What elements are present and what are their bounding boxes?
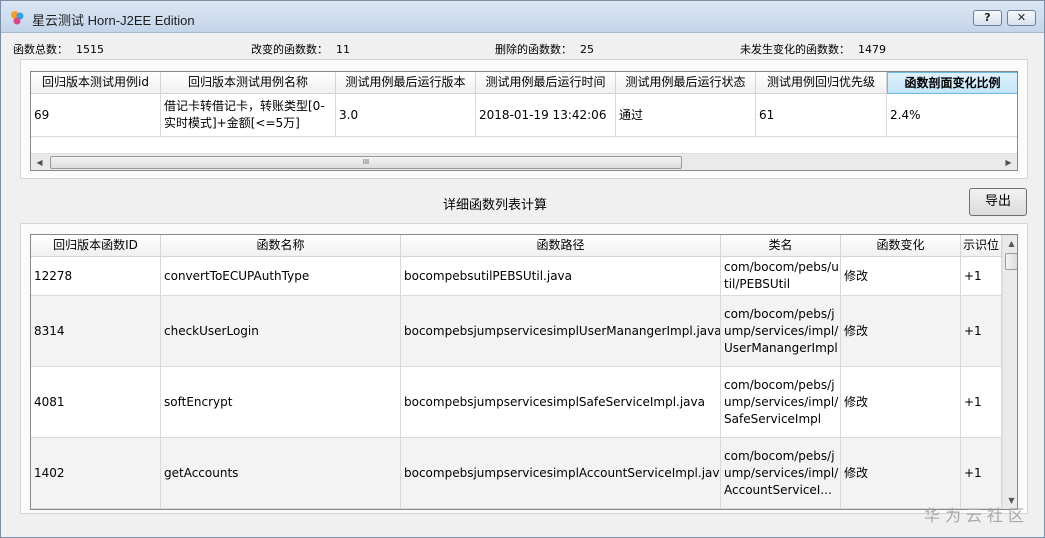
cell-function-path: bocompebsjumpservicesimplAccountServiceI… <box>401 438 721 509</box>
cell-function-name: convertToECUPAuthType <box>161 257 401 296</box>
cell-last-run-status: 通过 <box>616 94 756 137</box>
main-window: 星云测试 Horn-J2EE Edition ? ✕ 函数总数： 1515 改变的… <box>0 0 1045 538</box>
header-class-name[interactable]: 类名 <box>721 235 841 257</box>
watermark: 华为云社区 <box>924 506 1030 525</box>
cell-flag: +1 <box>961 438 1002 509</box>
stat-unchanged-value: 1479 <box>858 43 886 56</box>
stat-unchanged: 未发生变化的函数数： 1479 <box>740 41 886 57</box>
cell-function-change: 修改 <box>841 367 961 438</box>
header-function-change[interactable]: 函数变化 <box>841 235 961 257</box>
stat-changed-label: 改变的函数数： <box>251 43 328 56</box>
cell-last-run-time: 2018-01-19 13:42:06 <box>476 94 616 137</box>
cell-class-name: com/bocom/pebs/jump/services/impl/Accoun… <box>721 438 841 509</box>
header-priority[interactable]: 测试用例回归优先级 <box>756 72 887 94</box>
header-test-case-id[interactable]: 回归版本测试用例id <box>31 72 161 94</box>
cell-class-name: com/bocom/pebs/jump/services/impl/UserMa… <box>721 296 841 367</box>
header-test-case-name[interactable]: 回归版本测试用例名称 <box>161 72 336 94</box>
cell-function-id: 8314 <box>31 296 161 367</box>
cell-function-id: 4081 <box>31 367 161 438</box>
stat-deleted-label: 删除的函数数： <box>495 43 572 56</box>
detail-section-title: 详细函数列表计算 <box>443 198 548 213</box>
test-case-grid[interactable]: 回归版本测试用例id 回归版本测试用例名称 测试用例最后运行版本 测试用例最后运… <box>30 71 1018 171</box>
header-function-id[interactable]: 回归版本函数ID <box>31 235 161 257</box>
cell-test-case-id: 69 <box>31 94 161 137</box>
cell-flag: +1 <box>961 367 1002 438</box>
client-area: 函数总数： 1515 改变的函数数： 11 删除的函数数： 25 未发生变化的函数数：… <box>8 33 1038 533</box>
stat-total-value: 1515 <box>76 43 104 56</box>
cell-function-name: getAccounts <box>161 438 401 509</box>
cell-class-name: com/bocom/pebs/jump/services/impl/SafeSe… <box>721 367 841 438</box>
header-function-name[interactable]: 函数名称 <box>161 235 401 257</box>
table-row[interactable]: 8314 checkUserLogin bocompebsjumpservice… <box>31 296 1002 367</box>
function-grid[interactable]: 回归版本函数ID 函数名称 函数路径 类名 函数变化 示识位 12278 con… <box>30 234 1018 510</box>
cell-function-name: checkUserLogin <box>161 296 401 367</box>
window-title: 星云测试 Horn-J2EE Edition <box>32 13 195 28</box>
cell-flag: +1 <box>961 296 1002 367</box>
scroll-right-icon[interactable]: ▶ <box>1000 154 1017 170</box>
table-row[interactable]: 69 借记卡转借记卡，转账类型[0-实时模式]+金额[<=5万] 3.0 201… <box>31 94 1017 137</box>
table-row[interactable]: 4081 softEncrypt bocompebsjumpservicesim… <box>31 367 1002 438</box>
cell-function-change: 修改 <box>841 296 961 367</box>
bottom-panel: 回归版本函数ID 函数名称 函数路径 类名 函数变化 示识位 12278 con… <box>20 223 1028 514</box>
header-profile-change-ratio[interactable]: 函数剖面变化比例 <box>887 72 1017 94</box>
cell-function-name: softEncrypt <box>161 367 401 438</box>
header-function-path[interactable]: 函数路径 <box>401 235 721 257</box>
cell-function-path: bocompebsjumpservicesimplUserManangerImp… <box>401 296 721 367</box>
cell-test-case-name: 借记卡转借记卡，转账类型[0-实时模式]+金额[<=5万] <box>161 94 336 137</box>
stat-unchanged-label: 未发生变化的函数数： <box>740 43 850 56</box>
vscroll-thumb[interactable] <box>1005 253 1017 270</box>
export-button[interactable]: 导出 <box>969 188 1027 216</box>
cell-function-path: bocompebsutilPEBSUtil.java <box>401 257 721 296</box>
stat-changed: 改变的函数数： 11 <box>251 41 350 57</box>
header-flag[interactable]: 示识位 <box>961 235 1002 257</box>
test-case-header-row: 回归版本测试用例id 回归版本测试用例名称 测试用例最后运行版本 测试用例最后运… <box>31 72 1017 94</box>
cell-function-change: 修改 <box>841 257 961 296</box>
close-button[interactable]: ✕ <box>1007 10 1036 26</box>
hscroll-thumb[interactable]: III <box>50 156 682 169</box>
thumb-grip: III <box>362 158 370 166</box>
scroll-left-icon[interactable]: ◀ <box>31 154 48 170</box>
header-last-run-version[interactable]: 测试用例最后运行版本 <box>336 72 476 94</box>
header-last-run-status[interactable]: 测试用例最后运行状态 <box>616 72 756 94</box>
cell-flag: +1 <box>961 257 1002 296</box>
stat-changed-value: 11 <box>336 43 350 56</box>
cell-function-change: 修改 <box>841 438 961 509</box>
cell-priority: 61 <box>756 94 887 137</box>
stat-total: 函数总数： 1515 <box>13 41 104 57</box>
cell-last-run-version: 3.0 <box>336 94 476 137</box>
function-grid-vscrollbar[interactable]: ▲ ▼ <box>1002 235 1017 509</box>
app-logo-icon <box>11 11 24 25</box>
stat-total-label: 函数总数： <box>13 43 68 56</box>
title-bar[interactable]: 星云测试 Horn-J2EE Edition ? ✕ <box>1 1 1044 33</box>
cell-function-id: 1402 <box>31 438 161 509</box>
stat-deleted-value: 25 <box>580 43 594 56</box>
table-row[interactable]: 12278 convertToECUPAuthType bocompebsuti… <box>31 257 1002 296</box>
scroll-up-icon[interactable]: ▲ <box>1003 235 1017 252</box>
table-row[interactable]: 1402 getAccounts bocompebsjumpservicesim… <box>31 438 1002 509</box>
header-last-run-time[interactable]: 测试用例最后运行时间 <box>476 72 616 94</box>
cell-function-id: 12278 <box>31 257 161 296</box>
help-button[interactable]: ? <box>973 10 1002 26</box>
function-header-row: 回归版本函数ID 函数名称 函数路径 类名 函数变化 示识位 <box>31 235 1002 257</box>
top-panel: 回归版本测试用例id 回归版本测试用例名称 测试用例最后运行版本 测试用例最后运… <box>20 59 1028 179</box>
stat-deleted: 删除的函数数： 25 <box>495 41 594 57</box>
cell-function-path: bocompebsjumpservicesimplSafeServiceImpl… <box>401 367 721 438</box>
top-grid-hscrollbar[interactable]: ◀ III ▶ <box>31 153 1017 170</box>
cell-profile-change-ratio: 2.4% <box>887 94 1017 137</box>
cell-class-name: com/bocom/pebs/util/PEBSUtil <box>721 257 841 296</box>
